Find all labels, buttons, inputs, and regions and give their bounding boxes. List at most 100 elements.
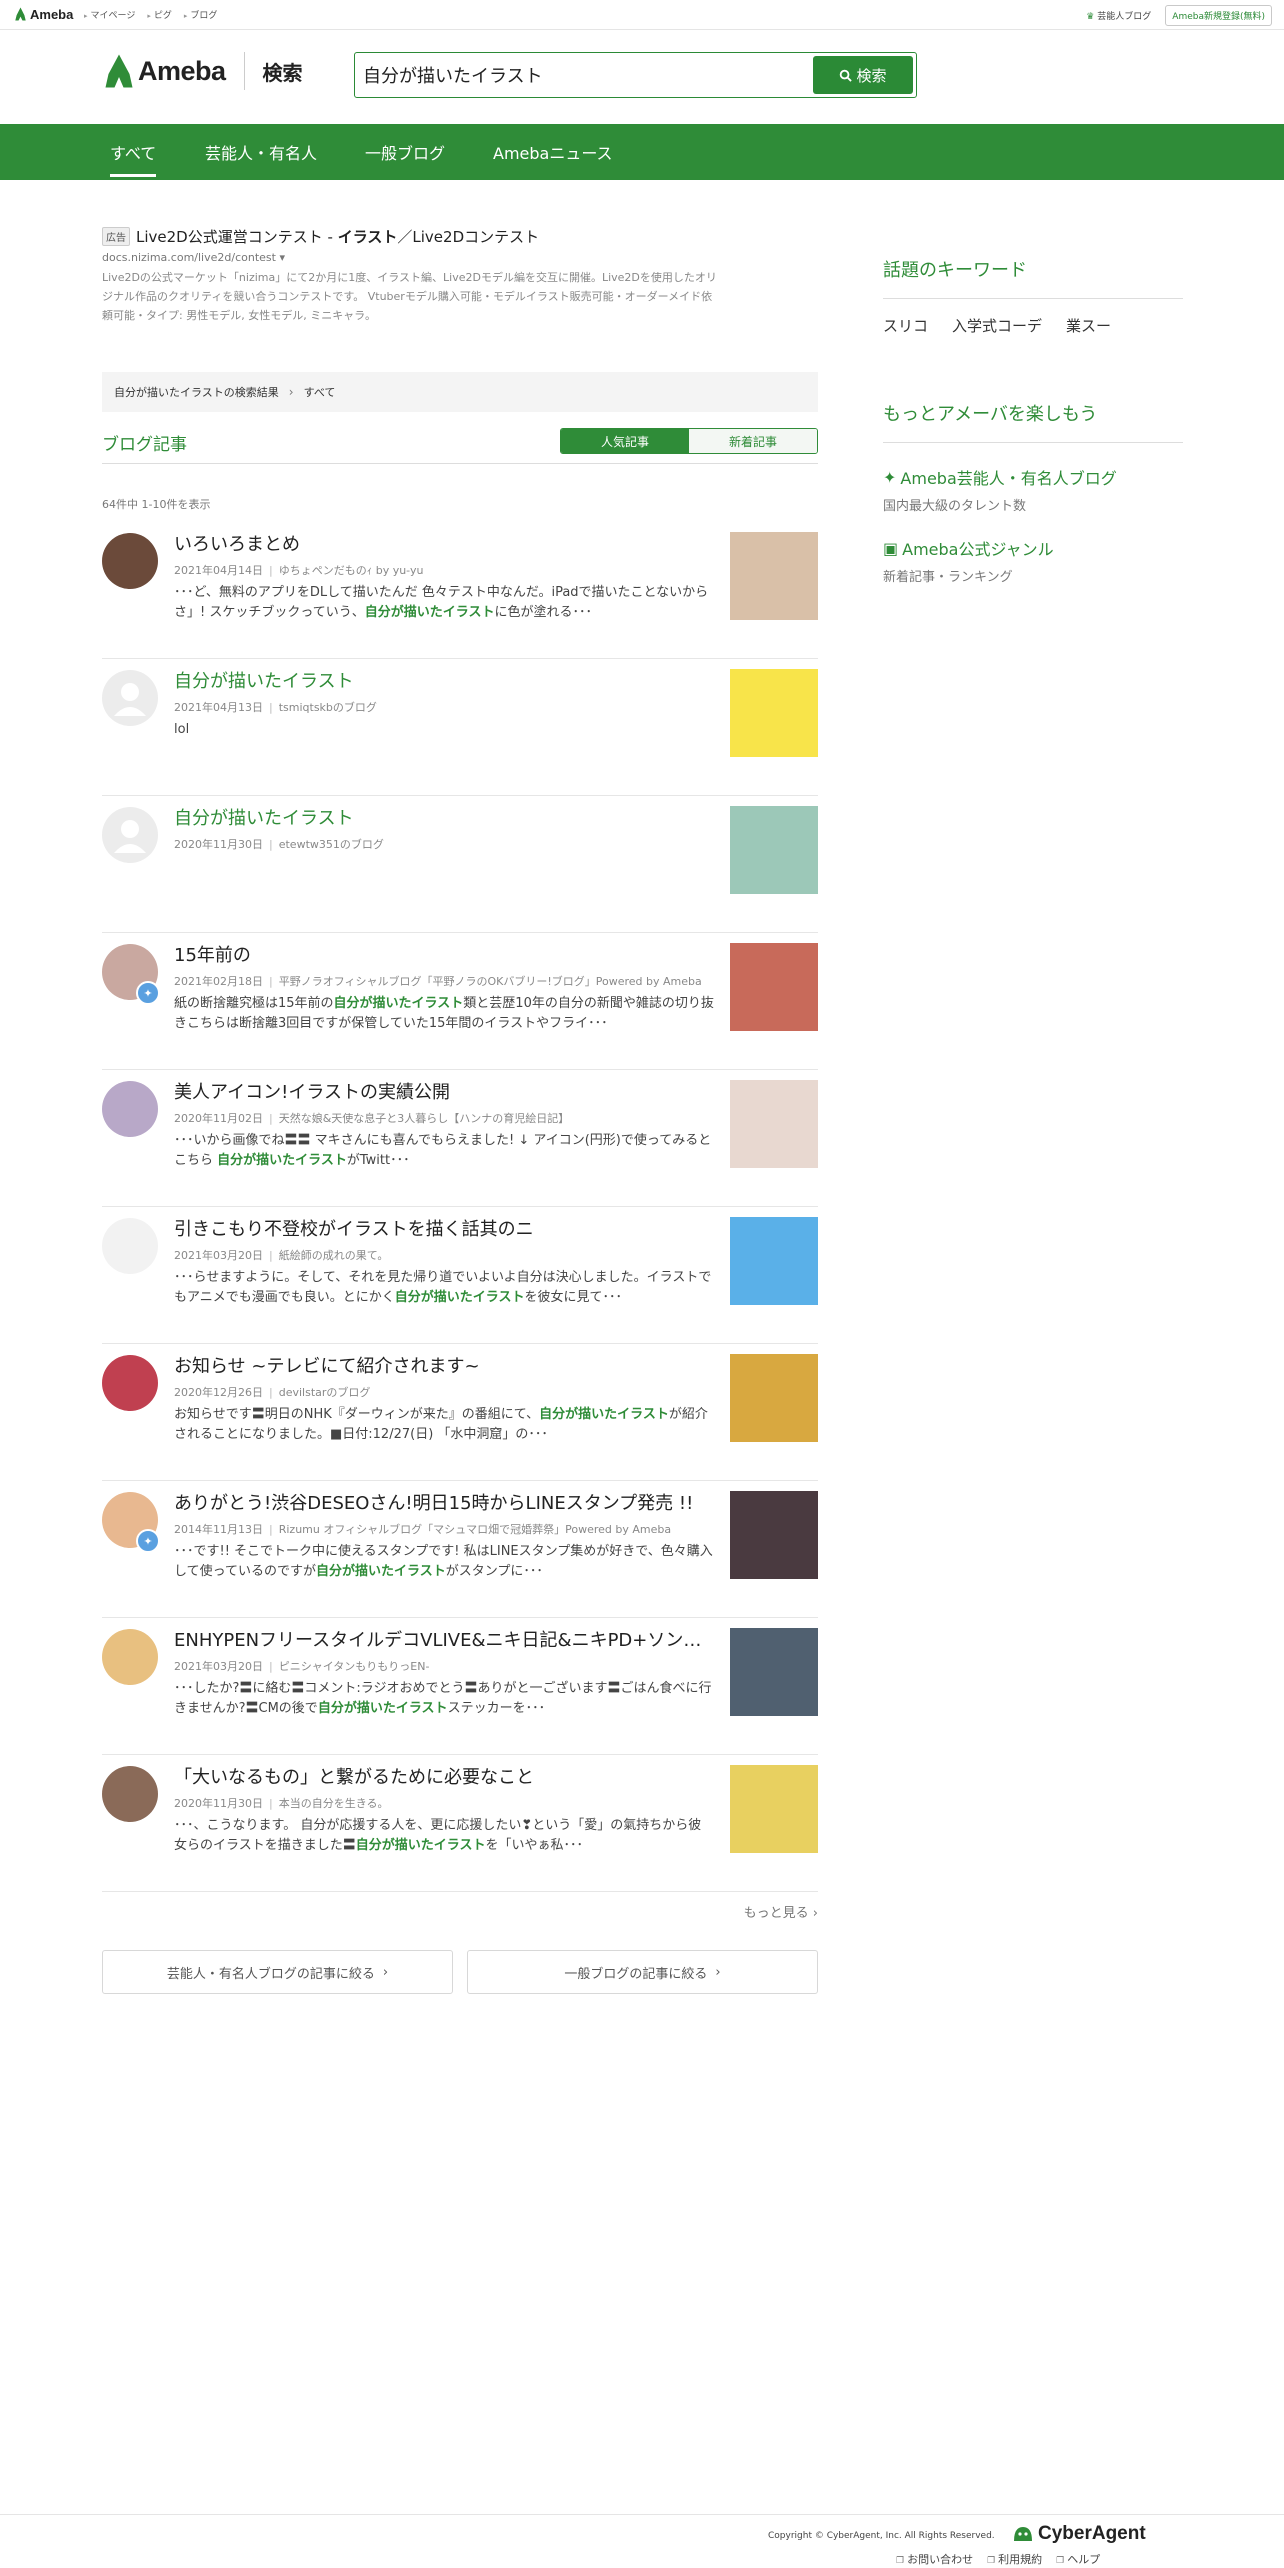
celeb-blog-promo[interactable]: ✦ Ameba芸能人・有名人ブログ 国内最大級のタレント数 <box>883 465 1183 515</box>
celeb-blog-label: 芸能人ブログ <box>1097 12 1152 22</box>
sort-popular-button[interactable]: 人気記事 <box>561 429 689 453</box>
result-blog-name[interactable]: devilstarのブログ <box>279 1386 371 1399</box>
result-title[interactable]: いろいろまとめ <box>174 532 714 558</box>
breadcrumb-result[interactable]: 自分が描いたイラストの検索結果 <box>114 384 279 400</box>
footer-link-terms[interactable]: 利用規約 <box>987 2551 1042 2567</box>
more-label: もっと見る <box>743 1906 809 1921</box>
footer-link-help[interactable]: ヘルプ <box>1056 2551 1100 2567</box>
result-blog-name[interactable]: ピニシャイタンもりもりっEN- <box>279 1660 430 1673</box>
brand[interactable]: Ameba 検索 <box>104 52 303 90</box>
result-body: ありがとう!渋谷DESEOさん!明日15時からLINEスタンプ発売 !! 201… <box>174 1491 714 1582</box>
keyword-item[interactable]: スリコ <box>883 315 928 336</box>
result-title[interactable]: ENHYPENフリースタイルデコVLIVE&ニキ日記&ニキPD+ソンギ… <box>174 1628 714 1654</box>
result-thumbnail[interactable] <box>730 1217 818 1305</box>
blogger-avatar[interactable] <box>102 670 158 726</box>
result-blog-name[interactable]: ゆちょペンだものｨ by yu-yu <box>279 564 424 577</box>
result-body: 引きこもり不登校がイラストを描く話其のニ 2021年03月20日 | 紙絵師の成れの… <box>174 1217 714 1308</box>
result-thumbnail[interactable] <box>730 806 818 894</box>
sponsored-result[interactable]: 広告 Live2D公式運営コンテスト - イラスト／Live2Dコンテスト do… <box>102 226 722 325</box>
blogger-avatar[interactable] <box>102 533 158 589</box>
blog-result-item[interactable]: 引きこもり不登校がイラストを描く話其のニ 2021年03月20日 | 紙絵師の成れの… <box>102 1207 818 1344</box>
celeb-blog-link[interactable]: ♛ 芸能人ブログ <box>1086 9 1151 22</box>
result-blog-name[interactable]: 本当の自分を生きる。 <box>279 1797 389 1810</box>
footer-link-contact[interactable]: お問い合わせ <box>896 2551 973 2567</box>
result-title[interactable]: 美人アイコン!イラストの実績公開 <box>174 1080 714 1106</box>
result-thumbnail[interactable] <box>730 1628 818 1716</box>
results-list: いろいろまとめ 2021年04月14日 | ゆちょペンだものｨ by yu-yu ･… <box>102 522 818 1892</box>
top-link-mypage[interactable]: マイページ <box>84 8 136 21</box>
result-snippet: ･･･いから画像でね〓〓 マキさんにも喜んでもらえました! ↓ アイコン(円形)… <box>174 1131 714 1171</box>
blogger-avatar[interactable] <box>102 807 158 863</box>
filter-general-label: 一般ブログの記事に絞る <box>564 1966 708 1982</box>
result-thumbnail[interactable] <box>730 943 818 1031</box>
top-link-pigg[interactable]: ピグ <box>147 8 172 21</box>
top-link-blog[interactable]: ブログ <box>184 8 217 21</box>
sort-new-button[interactable]: 新着記事 <box>689 429 817 453</box>
result-title[interactable]: 自分が描いたイラスト <box>174 669 714 695</box>
register-button[interactable]: Ameba新規登録(無料) <box>1165 5 1272 26</box>
keyword-item[interactable]: 入学式コーデ <box>952 315 1042 336</box>
result-thumbnail[interactable] <box>730 1080 818 1168</box>
result-title[interactable]: お知らせ ~テレビにて紹介されます~ <box>174 1354 714 1380</box>
filter-celebrity-button[interactable]: 芸能人・有名人ブログの記事に絞る › <box>102 1950 453 1994</box>
blog-result-item[interactable]: 「大いなるもの」と繋がるために必要なこと 2020年11月30日 | 本当の自分を生… <box>102 1755 818 1892</box>
result-title[interactable]: ありがとう!渋谷DESEOさん!明日15時からLINEスタンプ発売 !! <box>174 1491 714 1517</box>
blog-result-item[interactable]: ✦ ありがとう!渋谷DESEOさん!明日15時からLINEスタンプ発売 !! 2… <box>102 1481 818 1618</box>
result-blog-name[interactable]: 紙絵師の成れの果て。 <box>279 1249 389 1262</box>
blog-result-item[interactable]: ✦ 15年前の 2021年02月18日 | 平野ノラオフィシャルブログ「平野ノラのO… <box>102 933 818 1070</box>
snippet-pre: lol <box>174 722 190 737</box>
blogger-avatar[interactable] <box>102 1218 158 1274</box>
result-blog-name[interactable]: tsmiqtskbのブログ <box>279 701 377 714</box>
result-date: 2020年11月30日 <box>174 1797 263 1810</box>
blogger-avatar[interactable] <box>102 1081 158 1137</box>
result-thumbnail[interactable] <box>730 1765 818 1853</box>
result-snippet: ･･･らせますように。そして、それを見た帰り道でいよいよ自分は決心しました。イラ… <box>174 1268 714 1308</box>
tab-celebrity[interactable]: 芸能人・有名人 <box>205 140 317 164</box>
result-thumbnail[interactable] <box>730 1491 818 1579</box>
blogger-avatar[interactable] <box>102 1766 158 1822</box>
ad-url[interactable]: docs.nizima.com/live2d/contest ▾ <box>102 251 722 264</box>
chevron-right-icon: › <box>812 1906 818 1921</box>
tab-ameba-news[interactable]: Amebaニュース <box>493 140 613 164</box>
more-link[interactable]: もっと見る › <box>744 1902 818 1921</box>
tab-general-blog[interactable]: 一般ブログ <box>365 140 445 164</box>
result-blog-name[interactable]: Rizumu オフィシャルブログ「マシュマロ畑で冠婚葬祭」Powered by … <box>279 1523 671 1536</box>
result-blog-name[interactable]: 天然な娘&天使な息子と3人暮らし【ハンナの育児絵日記】 <box>279 1112 570 1125</box>
blog-result-item[interactable]: お知らせ ~テレビにて紹介されます~ 2020年12月26日 | devilstar… <box>102 1344 818 1481</box>
blog-result-item[interactable]: 自分が描いたイラスト 2020年11月30日 | etewtw351のブログ <box>102 796 818 933</box>
snippet-post: ステッカーを･･･ <box>447 1701 546 1716</box>
cyberagent-logo[interactable]: CyberAgent <box>1012 2523 1146 2545</box>
keyword-list: スリコ 入学式コーデ 業スー <box>883 315 1183 336</box>
result-title[interactable]: 自分が描いたイラスト <box>174 806 714 832</box>
search-button[interactable]: 検索 <box>813 56 913 94</box>
keyword-item[interactable]: 業スー <box>1066 315 1111 336</box>
filter-general-button[interactable]: 一般ブログの記事に絞る › <box>467 1950 818 1994</box>
result-title[interactable]: 引きこもり不登校がイラストを描く話其のニ <box>174 1217 714 1243</box>
result-title[interactable]: 15年前の <box>174 943 714 969</box>
result-blog-name[interactable]: etewtw351のブログ <box>279 838 384 851</box>
blog-result-item[interactable]: 自分が描いたイラスト 2021年04月13日 | tsmiqtskbのブログ lol <box>102 659 818 796</box>
result-blog-name[interactable]: 平野ノラオフィシャルブログ「平野ノラのOKバブリー!ブログ」Powered by… <box>279 975 702 988</box>
search-icon <box>840 69 853 82</box>
blog-result-item[interactable]: いろいろまとめ 2021年04月14日 | ゆちょペンだものｨ by yu-yu ･… <box>102 522 818 659</box>
tab-all[interactable]: すべて <box>110 140 157 177</box>
result-thumbnail[interactable] <box>730 669 818 757</box>
snippet-highlight: 自分が描いたイラスト <box>217 1153 347 1168</box>
official-genre-promo[interactable]: ▣ Ameba公式ジャンル 新着記事・ランキング <box>883 536 1183 586</box>
section-title: ブログ記事 <box>102 435 187 455</box>
result-thumbnail[interactable] <box>730 1354 818 1442</box>
filter-celebrity-label: 芸能人・有名人ブログの記事に絞る <box>166 1966 375 1982</box>
result-title[interactable]: 「大いなるもの」と繋がるために必要なこと <box>174 1765 714 1791</box>
meta-divider: | <box>269 1112 273 1125</box>
meta-divider: | <box>269 564 273 577</box>
blogger-avatar[interactable] <box>102 1629 158 1685</box>
blogger-avatar[interactable] <box>102 1355 158 1411</box>
result-thumbnail[interactable] <box>730 532 818 620</box>
search-input[interactable] <box>363 62 803 88</box>
ameba-top-logo[interactable]: Ameba <box>14 6 73 22</box>
blog-result-item[interactable]: 美人アイコン!イラストの実績公開 2020年11月02日 | 天然な娘&天使な息子と… <box>102 1070 818 1207</box>
blog-result-item[interactable]: ENHYPENフリースタイルデコVLIVE&ニキ日記&ニキPD+ソンギ… 202… <box>102 1618 818 1755</box>
ad-title[interactable]: 広告 Live2D公式運営コンテスト - イラスト／Live2Dコンテスト <box>102 226 722 247</box>
celeb-blog-promo-label: Ameba芸能人・有名人ブログ <box>900 469 1117 488</box>
breadcrumb-current: すべて <box>303 386 336 399</box>
